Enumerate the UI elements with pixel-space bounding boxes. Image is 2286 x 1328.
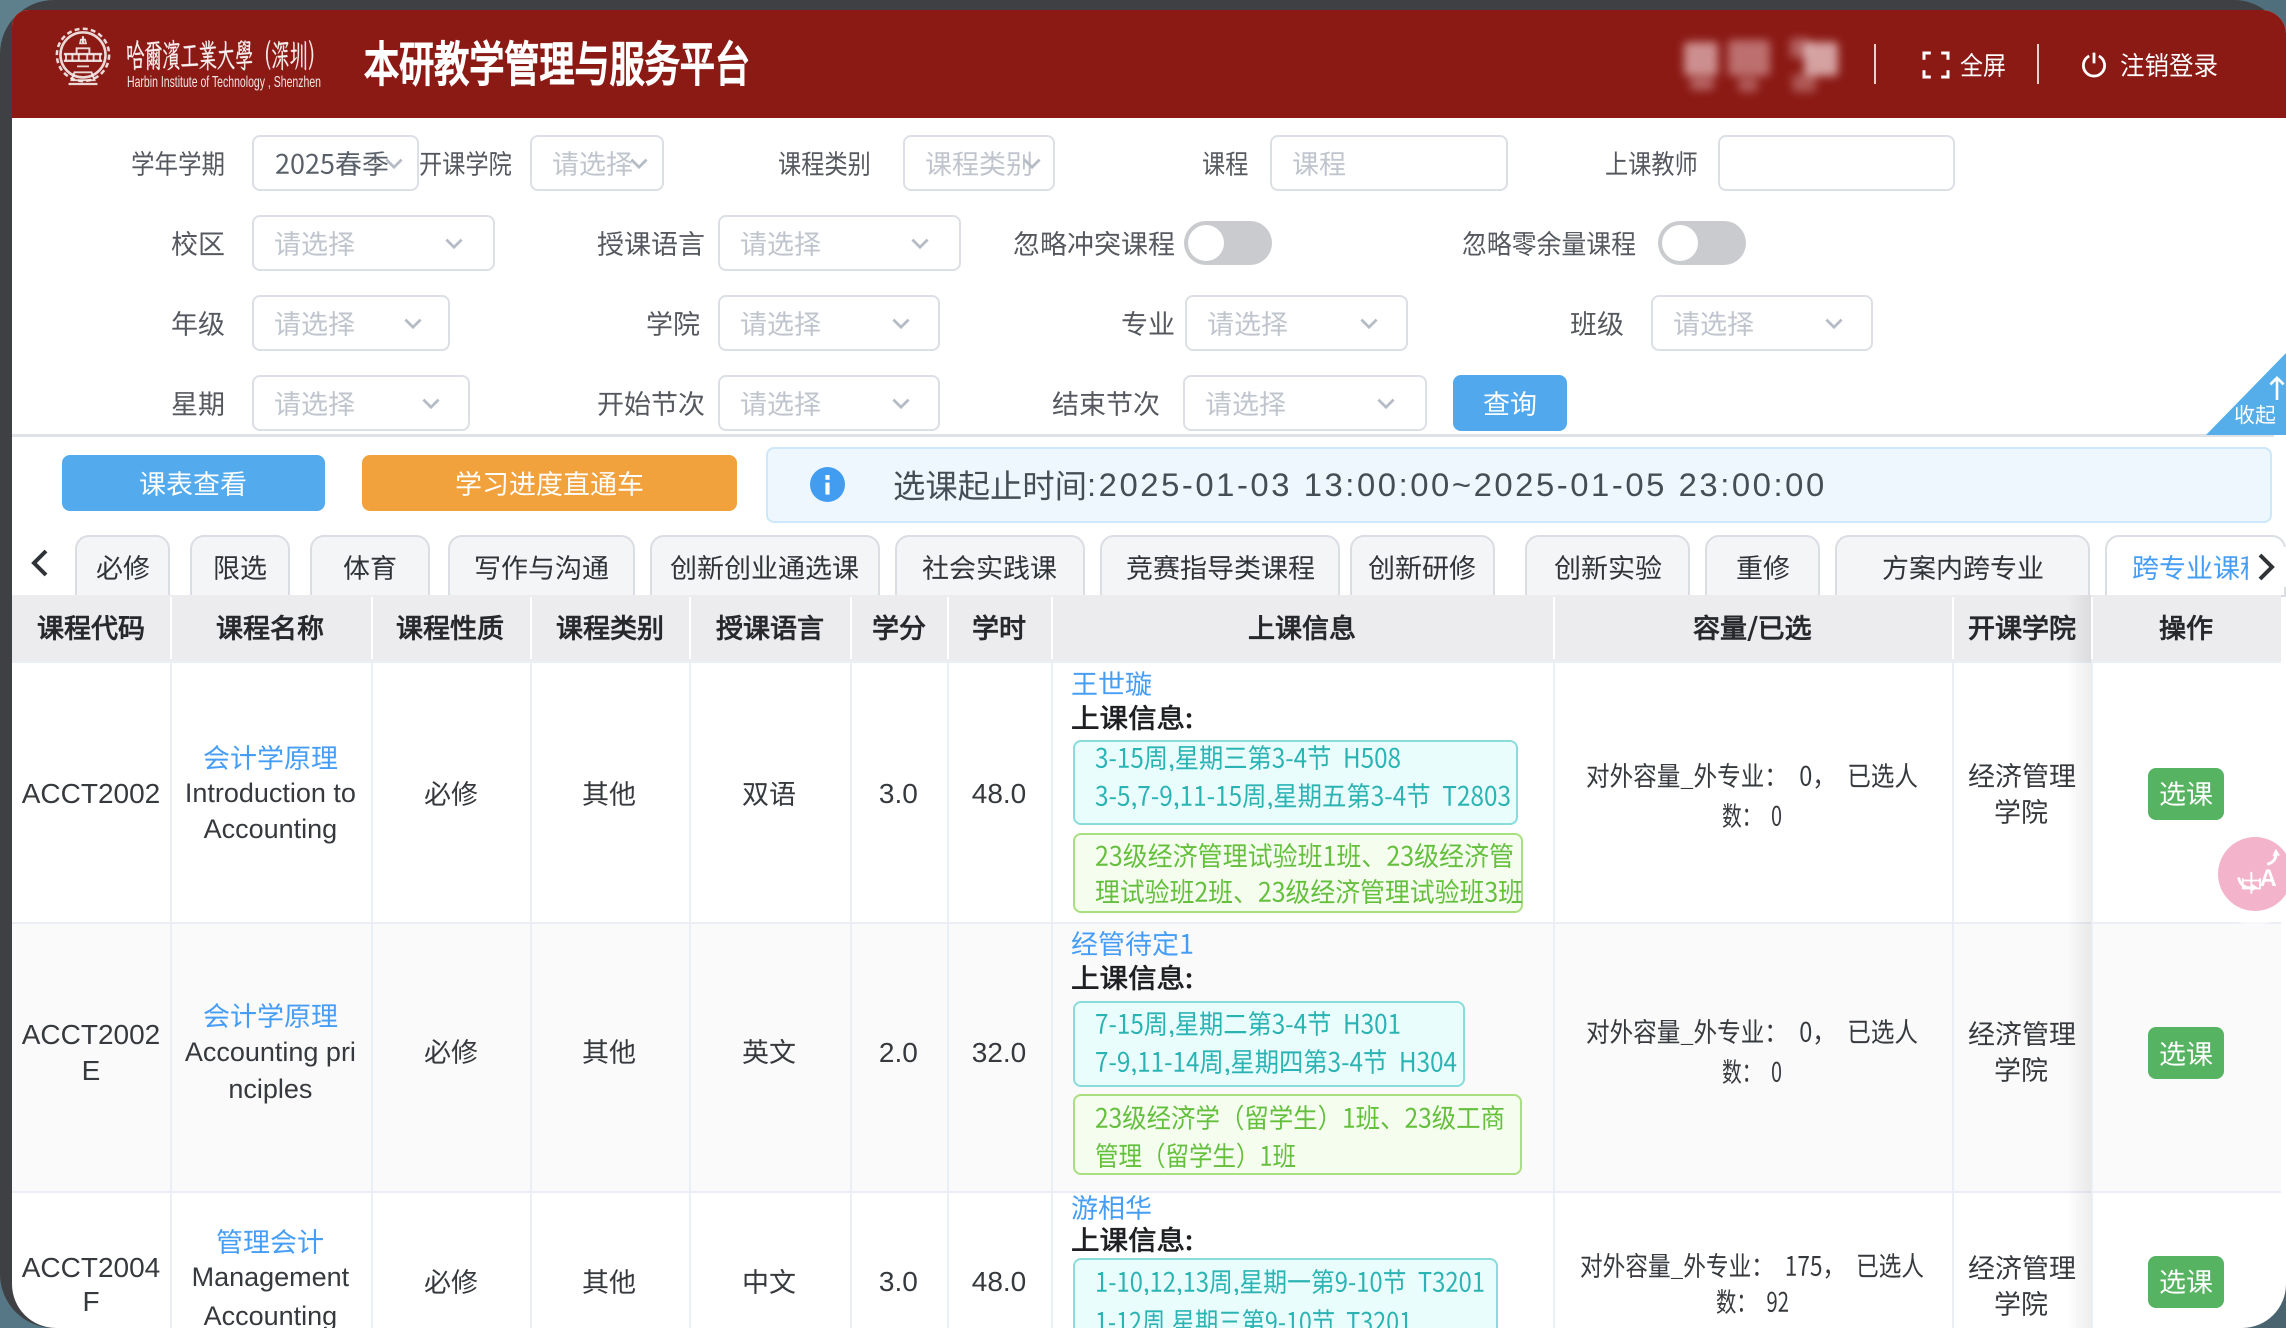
svg-text:A: A: [2260, 866, 2277, 892]
svg-text:Harbin Institute of Technology: Harbin Institute of Technology , Shenzhe…: [127, 74, 321, 91]
